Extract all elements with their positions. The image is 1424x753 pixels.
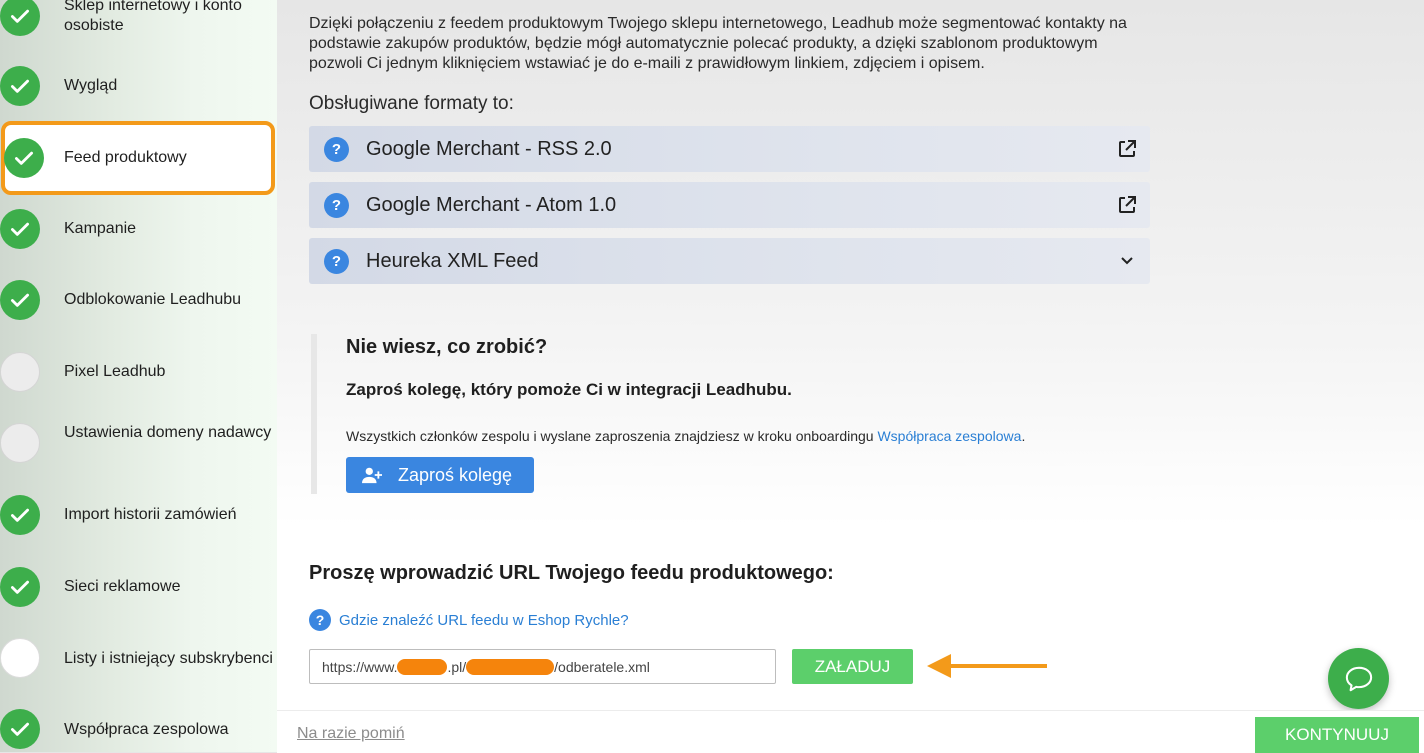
format-name: Heureka XML Feed [366,249,539,272]
format-item-rss[interactable]: ? Google Merchant - RSS 2.0 [309,126,1150,172]
help-text-end: . [1021,428,1026,444]
formats-title: Obsługiwane formaty to: [309,93,514,114]
sidebar-step-feed-active[interactable]: Feed produktowy [1,121,275,195]
sidebar-step-label: Feed produktowy [64,149,187,166]
sidebar-step-label: Pixel Leadhub [64,363,166,380]
sidebar-step-team[interactable]: Współpraca zespolowa [0,709,277,749]
url-suffix: /odberatele.xml [554,658,650,675]
arrow-left-icon [927,654,1047,678]
redaction-mark [397,658,448,675]
sidebar-step-ad-networks[interactable]: Sieci reklamowe [0,567,277,607]
empty-circle-icon [0,423,40,463]
continue-button[interactable]: KONTYNUUJ [1255,717,1419,753]
check-icon [0,280,40,320]
sidebar-step-label: Kampanie [64,220,137,237]
sidebar-step-label: Import historii zamówień [64,506,237,523]
intro-text: Dzięki połączeniu z feedem produktowym T… [309,15,1127,72]
help-title: Nie wiesz, co zrobić? [346,336,548,358]
help-box-border [311,334,317,494]
sidebar-step-shop[interactable]: Sklep internetowy i konto osobiste [0,0,277,40]
add-user-icon [362,467,382,484]
where-link-text: Gdzie znaleźć URL feedu w Eshop Rychle? [339,611,629,629]
sidebar-step-campaigns[interactable]: Kampanie [0,209,277,249]
load-button[interactable]: ZAŁADUJ [792,649,913,684]
invite-button-label: Zaproś kolegę [398,464,513,485]
feed-url-input[interactable]: https://www. .pl/ /odberatele.xml [309,649,776,684]
check-icon [0,209,40,249]
sidebar-step-look[interactable]: Wygląd [0,66,277,106]
external-link-icon[interactable] [1117,195,1137,215]
sidebar-step-label: Wygląd [64,77,118,94]
empty-circle-icon [0,352,40,392]
url-prefix: https://www. [322,658,398,675]
check-icon [4,138,44,178]
format-item-atom[interactable]: ? Google Merchant - Atom 1.0 [309,182,1150,228]
help-text-body: Wszystkich członków zespolu i wyslane za… [346,428,878,444]
question-icon: ? [309,609,331,631]
sidebar-step-pixel[interactable]: Pixel Leadhub [0,352,277,392]
check-icon [0,709,40,749]
sidebar-step-unlock[interactable]: Odblokowanie Leadhubu [0,280,277,320]
empty-circle-icon [0,638,40,678]
format-item-heureka[interactable]: ? Heureka XML Feed [309,238,1150,284]
question-icon: ? [324,248,349,274]
sidebar-step-label: Listy i istniejący subskrybenci [64,650,273,667]
question-icon: ? [324,136,349,162]
sidebar-step-lists[interactable]: Listy i istniejący subskrybenci [0,638,277,678]
check-icon [0,495,40,535]
sidebar-step-label: Odblokowanie Leadhubu [64,291,242,308]
footer-bar: Na razie pomiń KONTYNUUJ [277,710,1424,753]
url-section-title: Proszę wprowadzić URL Twojego feedu prod… [309,562,834,584]
sidebar-step-import[interactable]: Import historii zamówień [0,495,277,535]
external-link-icon[interactable] [1117,139,1137,159]
check-icon [0,0,40,36]
where-to-find-link[interactable]: ? Gdzie znaleźć URL feedu w Eshop Rychle… [309,609,629,631]
url-mid: .pl/ [447,658,467,675]
skip-link[interactable]: Na razie pomiń [297,725,405,743]
onboarding-sidebar: Sklep internetowy i konto osobiste Wyglą… [0,0,277,752]
chat-bubble-icon [1345,666,1372,691]
chat-button[interactable] [1328,648,1389,709]
format-name: Google Merchant - Atom 1.0 [366,193,617,216]
invite-colleague-button[interactable]: Zaproś kolegę [346,457,534,493]
chevron-down-icon[interactable] [1117,251,1137,271]
sidebar-step-label: Sklep internetowy i konto osobiste [64,0,242,34]
redaction-mark [466,658,555,675]
format-name: Google Merchant - RSS 2.0 [366,137,612,160]
sidebar-step-label: Współpraca zespolowa [64,721,229,738]
sidebar-step-domain[interactable]: Ustawienia domeny nadawcy [0,423,277,463]
sidebar-step-label: Sieci reklamowe [64,578,181,595]
question-icon: ? [324,192,349,218]
team-collaboration-link[interactable]: Współpraca zespolowa [877,428,1021,444]
check-icon [0,567,40,607]
help-text: Wszystkich członków zespolu i wyslane za… [346,428,1025,444]
sidebar-step-label: Ustawienia domeny nadawcy [64,424,272,441]
help-subtitle: Zaproś kolegę, który pomoże Ci w integra… [346,380,792,399]
check-icon [0,66,40,106]
